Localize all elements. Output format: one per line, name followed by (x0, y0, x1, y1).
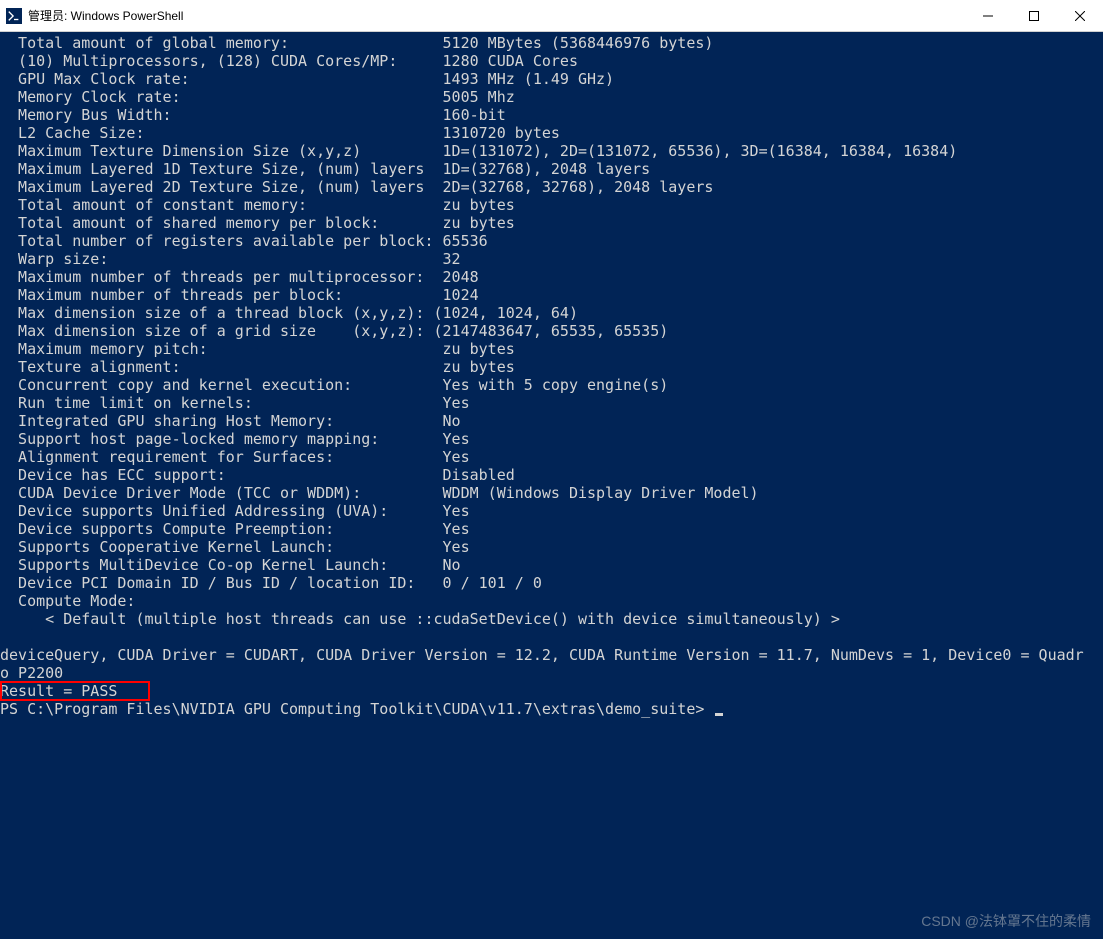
terminal-line: Supports MultiDevice Co-op Kernel Launch… (0, 556, 1103, 574)
terminal-line: Maximum Layered 2D Texture Size, (num) l… (0, 178, 1103, 196)
terminal-line: Support host page-locked memory mapping:… (0, 430, 1103, 448)
terminal-line: GPU Max Clock rate: 1493 MHz (1.49 GHz) (0, 70, 1103, 88)
terminal-line: Memory Clock rate: 5005 Mhz (0, 88, 1103, 106)
terminal-line: (10) Multiprocessors, (128) CUDA Cores/M… (0, 52, 1103, 70)
terminal-line: Supports Cooperative Kernel Launch: Yes (0, 538, 1103, 556)
prompt-line[interactable]: PS C:\Program Files\NVIDIA GPU Computing… (0, 700, 1103, 718)
terminal-line: Max dimension size of a thread block (x,… (0, 304, 1103, 322)
terminal-line: Device has ECC support: Disabled (0, 466, 1103, 484)
terminal-line: Run time limit on kernels: Yes (0, 394, 1103, 412)
terminal-viewport[interactable]: Total amount of global memory: 5120 MByt… (0, 32, 1103, 939)
terminal-line: deviceQuery, CUDA Driver = CUDART, CUDA … (0, 646, 1103, 664)
powershell-icon (6, 8, 22, 24)
terminal-line: o P2200 (0, 664, 1103, 682)
window-title: 管理员: Windows PowerShell (28, 7, 965, 24)
minimize-button[interactable] (965, 0, 1011, 31)
terminal-line: Total number of registers available per … (0, 232, 1103, 250)
terminal-line: < Default (multiple host threads can use… (0, 610, 1103, 628)
terminal-line: Alignment requirement for Surfaces: Yes (0, 448, 1103, 466)
terminal-line: Total amount of global memory: 5120 MByt… (0, 34, 1103, 52)
terminal-line: L2 Cache Size: 1310720 bytes (0, 124, 1103, 142)
window-controls (965, 0, 1103, 31)
terminal-line: Maximum memory pitch: zu bytes (0, 340, 1103, 358)
terminal-line: Total amount of constant memory: zu byte… (0, 196, 1103, 214)
window-titlebar: 管理员: Windows PowerShell (0, 0, 1103, 32)
terminal-line: CUDA Device Driver Mode (TCC or WDDM): W… (0, 484, 1103, 502)
cursor (715, 713, 723, 716)
terminal-line: Warp size: 32 (0, 250, 1103, 268)
terminal-line: Maximum Texture Dimension Size (x,y,z) 1… (0, 142, 1103, 160)
maximize-button[interactable] (1011, 0, 1057, 31)
terminal-line: Texture alignment: zu bytes (0, 358, 1103, 376)
terminal-line: Device supports Compute Preemption: Yes (0, 520, 1103, 538)
terminal-output: Total amount of global memory: 5120 MByt… (0, 34, 1103, 700)
terminal-line: Maximum number of threads per block: 102… (0, 286, 1103, 304)
terminal-line: Maximum Layered 1D Texture Size, (num) l… (0, 160, 1103, 178)
terminal-line: Memory Bus Width: 160-bit (0, 106, 1103, 124)
watermark-text: CSDN @法钵罩不住的柔情 (921, 911, 1091, 931)
terminal-line: Total amount of shared memory per block:… (0, 214, 1103, 232)
terminal-line: Max dimension size of a grid size (x,y,z… (0, 322, 1103, 340)
close-button[interactable] (1057, 0, 1103, 31)
terminal-line: Result = PASS (0, 682, 1103, 700)
terminal-line: Compute Mode: (0, 592, 1103, 610)
terminal-line: Concurrent copy and kernel execution: Ye… (0, 376, 1103, 394)
terminal-line: Device supports Unified Addressing (UVA)… (0, 502, 1103, 520)
prompt-text: PS C:\Program Files\NVIDIA GPU Computing… (0, 700, 713, 718)
terminal-line: Maximum number of threads per multiproce… (0, 268, 1103, 286)
terminal-line: Device PCI Domain ID / Bus ID / location… (0, 574, 1103, 592)
terminal-line: Integrated GPU sharing Host Memory: No (0, 412, 1103, 430)
terminal-line (0, 628, 1103, 646)
